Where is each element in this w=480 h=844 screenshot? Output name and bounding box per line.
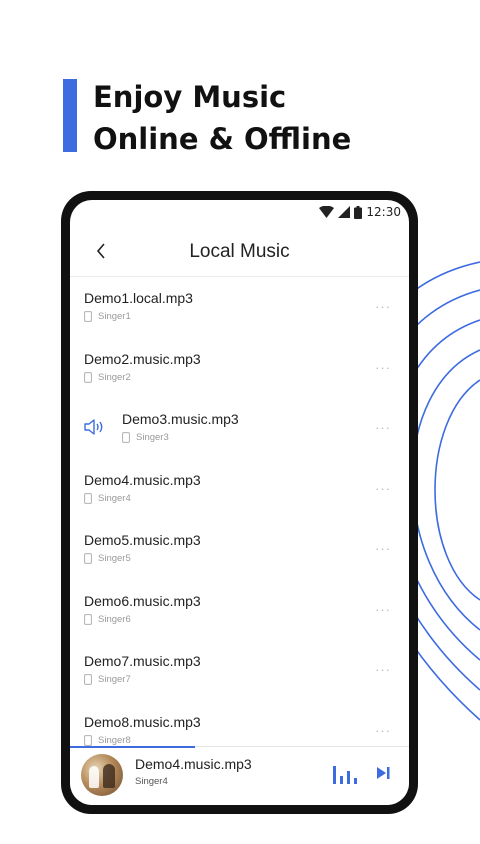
song-singer: Singer6 (98, 613, 131, 625)
song-singer: Singer4 (98, 492, 131, 504)
song-singer-row: Singer5 (84, 553, 131, 564)
phone-storage-icon (84, 613, 92, 625)
headline-accent-bar (63, 79, 77, 152)
player-song-title: Demo4.music.mp3 (135, 756, 252, 772)
more-options-icon[interactable]: ··· (375, 723, 391, 738)
more-options-icon[interactable]: ··· (375, 662, 391, 677)
song-singer-row: Singer4 (84, 493, 131, 504)
more-options-icon[interactable]: ··· (375, 541, 391, 556)
song-singer: Singer8 (98, 734, 131, 746)
song-singer: Singer3 (136, 432, 169, 443)
mini-player[interactable]: Demo4.music.mp3 Singer4 (70, 746, 409, 805)
phone-storage-icon (84, 553, 92, 564)
phone-frame: 12:30 Local Music Demo1.local.mp3 Singer… (61, 191, 418, 814)
battery-icon (354, 205, 363, 219)
status-bar: 12:30 (319, 204, 401, 220)
cell-signal-icon (338, 206, 351, 218)
app-header: Local Music (70, 228, 409, 277)
song-item-6[interactable]: Demo6.music.mp3 Singer6 ··· (70, 580, 409, 641)
wifi-icon (319, 206, 335, 218)
song-title: Demo7.music.mp3 (84, 653, 201, 669)
phone-storage-icon (84, 371, 92, 383)
phone-screen: 12:30 Local Music Demo1.local.mp3 Singer… (70, 200, 409, 805)
song-title: Demo6.music.mp3 (84, 592, 201, 609)
more-options-icon[interactable]: ··· (375, 481, 391, 496)
phone-storage-icon (122, 432, 130, 443)
song-title: Demo1.local.mp3 (84, 290, 193, 306)
page-title: Local Music (189, 241, 290, 262)
phone-storage-icon (84, 674, 92, 685)
album-cover-icon[interactable] (81, 754, 123, 796)
phone-storage-icon (84, 492, 92, 504)
song-singer-row: Singer3 (122, 432, 169, 443)
phone-storage-icon (84, 311, 92, 322)
song-title: Demo4.music.mp3 (84, 471, 201, 488)
song-title: Demo5.music.mp3 (84, 532, 201, 548)
song-list: Demo1.local.mp3 Singer1 ··· Demo2.music.… (70, 277, 409, 761)
headline: Enjoy Music Online & Offline (93, 76, 351, 160)
more-options-icon[interactable]: ··· (375, 602, 391, 617)
song-singer: Singer7 (98, 674, 131, 685)
song-singer-row: Singer6 (84, 614, 131, 625)
song-title: Demo3.music.mp3 (122, 411, 239, 427)
player-singer: Singer4 (135, 776, 168, 787)
song-singer: Singer1 (98, 311, 131, 322)
song-item-3[interactable]: Demo3.music.mp3 Singer3 ··· (70, 398, 409, 459)
song-item-1[interactable]: Demo1.local.mp3 Singer1 ··· (70, 277, 409, 338)
more-options-icon[interactable]: ··· (375, 299, 391, 314)
cover-figure (103, 764, 115, 788)
song-title: Demo2.music.mp3 (84, 350, 201, 367)
song-singer-row: Singer7 (84, 674, 131, 685)
song-title: Demo8.music.mp3 (84, 713, 201, 730)
more-options-icon[interactable]: ··· (375, 420, 391, 435)
song-item-5[interactable]: Demo5.music.mp3 Singer5 ··· (70, 519, 409, 580)
next-track-icon[interactable] (375, 765, 391, 781)
cover-figure (89, 766, 99, 788)
song-singer-row: Singer1 (84, 311, 131, 322)
song-singer: Singer2 (98, 371, 131, 383)
phone-storage-icon (84, 734, 92, 746)
playback-progress-bar[interactable] (70, 746, 196, 748)
headline-line-2: Online & Offline (93, 122, 352, 156)
song-item-7[interactable]: Demo7.music.mp3 Singer7 ··· (70, 640, 409, 701)
song-item-4[interactable]: Demo4.music.mp3 Singer4 ··· (70, 459, 409, 520)
now-playing-speaker-icon (84, 419, 103, 435)
more-options-icon[interactable]: ··· (375, 360, 391, 375)
song-singer: Singer5 (98, 553, 131, 564)
song-singer-row: Singer8 (84, 735, 131, 746)
song-item-2[interactable]: Demo2.music.mp3 Singer2 ··· (70, 338, 409, 399)
status-time: 12:30 (366, 205, 401, 219)
equalizer-icon[interactable] (332, 764, 358, 784)
headline-line-1: Enjoy Music (93, 80, 287, 114)
song-singer-row: Singer2 (84, 372, 131, 383)
